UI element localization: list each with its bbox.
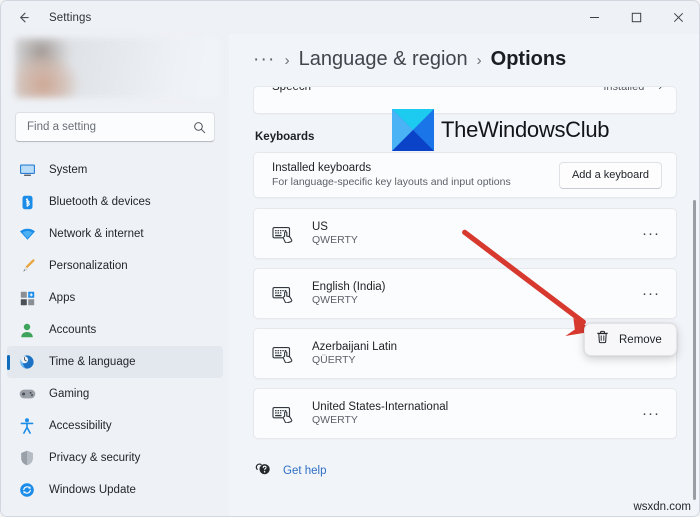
sidebar-item-apps[interactable]: Apps: [7, 282, 223, 314]
minimize-button[interactable]: [573, 1, 615, 34]
content-area: ··· › Language & region › Options Speech…: [229, 34, 699, 516]
sidebar-nav: System Bluetooth & devices: [1, 152, 229, 506]
sidebar-item-system[interactable]: System: [7, 154, 223, 186]
apps-icon: [18, 290, 36, 306]
installed-keyboards-title: Installed keyboards: [272, 162, 511, 174]
clock-globe-icon: [18, 354, 36, 370]
keyboard-name: US: [312, 221, 358, 233]
keyboard-layout: QWERTY: [312, 414, 448, 426]
sidebar-item-time-language[interactable]: Time & language: [7, 346, 223, 378]
vertical-scrollbar[interactable]: [693, 200, 696, 500]
keyboard-name: United States-International: [312, 401, 448, 413]
keyboard-layout: QWERTY: [312, 234, 358, 246]
shield-icon: [18, 450, 36, 466]
search-container: [1, 98, 229, 152]
maximize-button[interactable]: [615, 1, 657, 34]
window-title: Settings: [49, 12, 91, 24]
chevron-right-icon: ›: [658, 86, 662, 93]
installed-keyboards-subtitle: For language-specific key layouts and in…: [272, 176, 511, 188]
sidebar-item-label: Bluetooth & devices: [49, 196, 151, 208]
gamepad-icon: [18, 386, 36, 402]
sidebar-item-personalization[interactable]: Personalization: [7, 250, 223, 282]
sidebar-item-network-internet[interactable]: Network & internet: [7, 218, 223, 250]
keyboard-layout: QWERTY: [312, 294, 386, 306]
keyboard-context-menu: Remove: [584, 323, 677, 356]
help-icon: [255, 460, 272, 481]
settings-window: Settings: [0, 0, 700, 517]
sidebar-item-label: Windows Update: [49, 484, 136, 496]
keyboard-more-options-button[interactable]: ···: [638, 281, 664, 307]
page-title: Options: [491, 48, 567, 71]
keyboard-texts: US QWERTY: [312, 221, 358, 246]
paintbrush-icon: [18, 258, 36, 274]
speech-status-group: Installed ›: [603, 86, 662, 93]
sidebar-item-label: Privacy & security: [49, 452, 140, 464]
search-box[interactable]: [15, 112, 215, 142]
keyboard-icon: [272, 225, 296, 243]
trash-icon: [596, 330, 609, 349]
keyboard-row[interactable]: United States-International QWERTY ···: [253, 388, 677, 439]
sidebar-item-label: Accessibility: [49, 420, 112, 432]
sidebar-item-accounts[interactable]: Accounts: [7, 314, 223, 346]
sidebar-item-label: Gaming: [49, 388, 89, 400]
sidebar-item-gaming[interactable]: Gaming: [7, 378, 223, 410]
wifi-icon: [18, 226, 36, 242]
sidebar-item-label: Personalization: [49, 260, 128, 272]
thewindowsclub-logo: [392, 109, 434, 151]
speech-status: Installed: [603, 86, 644, 93]
installed-keyboards-texts: Installed keyboards For language-specifi…: [272, 162, 511, 188]
menu-item-remove-label: Remove: [619, 334, 662, 346]
titlebar: Settings: [1, 1, 699, 34]
sidebar-item-privacy-security[interactable]: Privacy & security: [7, 442, 223, 474]
breadcrumb-separator: ›: [285, 52, 290, 69]
sidebar-item-label: Apps: [49, 292, 75, 304]
keyboard-more-options-button[interactable]: ···: [638, 221, 664, 247]
keyboard-name: English (India): [312, 281, 386, 293]
user-profile-blurred[interactable]: [15, 38, 219, 98]
sidebar-item-label: Time & language: [49, 356, 136, 368]
sidebar-item-label: Network & internet: [49, 228, 144, 240]
sidebar-item-label: Accounts: [49, 324, 96, 336]
update-icon: [18, 482, 36, 498]
keyboard-more-options-button[interactable]: ···: [638, 401, 664, 427]
keyboard-texts: Azerbaijani Latin QÜERTY: [312, 341, 397, 366]
keyboard-texts: United States-International QWERTY: [312, 401, 448, 426]
sidebar-item-label: System: [49, 164, 87, 176]
keyboard-texts: English (India) QWERTY: [312, 281, 386, 306]
keyboard-row[interactable]: US QWERTY ···: [253, 208, 677, 259]
sidebar: System Bluetooth & devices: [1, 34, 229, 516]
breadcrumb-separator: ›: [477, 52, 482, 69]
monitor-icon: [18, 162, 36, 178]
breadcrumb-parent-link[interactable]: Language & region: [299, 48, 468, 71]
menu-item-remove[interactable]: Remove: [588, 327, 673, 352]
close-button[interactable]: [657, 1, 699, 34]
add-keyboard-button[interactable]: Add a keyboard: [559, 162, 662, 189]
person-icon: [18, 322, 36, 338]
window-controls: [573, 1, 699, 34]
get-help-link[interactable]: Get help: [253, 460, 677, 481]
bluetooth-icon: [18, 194, 36, 210]
breadcrumb: ··· › Language & region › Options: [229, 34, 699, 81]
accessibility-icon: [18, 418, 36, 434]
search-input[interactable]: [27, 121, 193, 133]
back-button[interactable]: [7, 3, 39, 33]
keyboard-icon: [272, 405, 296, 423]
breadcrumb-overflow-button[interactable]: ···: [253, 50, 276, 69]
keyboard-icon: [272, 285, 296, 303]
thewindowsclub-watermark-text: TheWindowsClub: [441, 117, 609, 143]
thewindowsclub-watermark: TheWindowsClub: [392, 109, 609, 151]
speech-label: Speech: [272, 86, 311, 93]
search-icon: [193, 121, 206, 134]
keyboard-name: Azerbaijani Latin: [312, 341, 397, 353]
sidebar-item-bluetooth-devices[interactable]: Bluetooth & devices: [7, 186, 223, 218]
sidebar-item-windows-update[interactable]: Windows Update: [7, 474, 223, 506]
footer-watermark: wsxdn.com: [633, 501, 691, 513]
keyboard-row[interactable]: English (India) QWERTY ···: [253, 268, 677, 319]
keyboard-layout: QÜERTY: [312, 354, 397, 366]
installed-keyboards-card: Installed keyboards For language-specifi…: [253, 152, 677, 198]
get-help-label: Get help: [283, 465, 326, 477]
sidebar-item-accessibility[interactable]: Accessibility: [7, 410, 223, 442]
keyboard-icon: [272, 345, 296, 363]
